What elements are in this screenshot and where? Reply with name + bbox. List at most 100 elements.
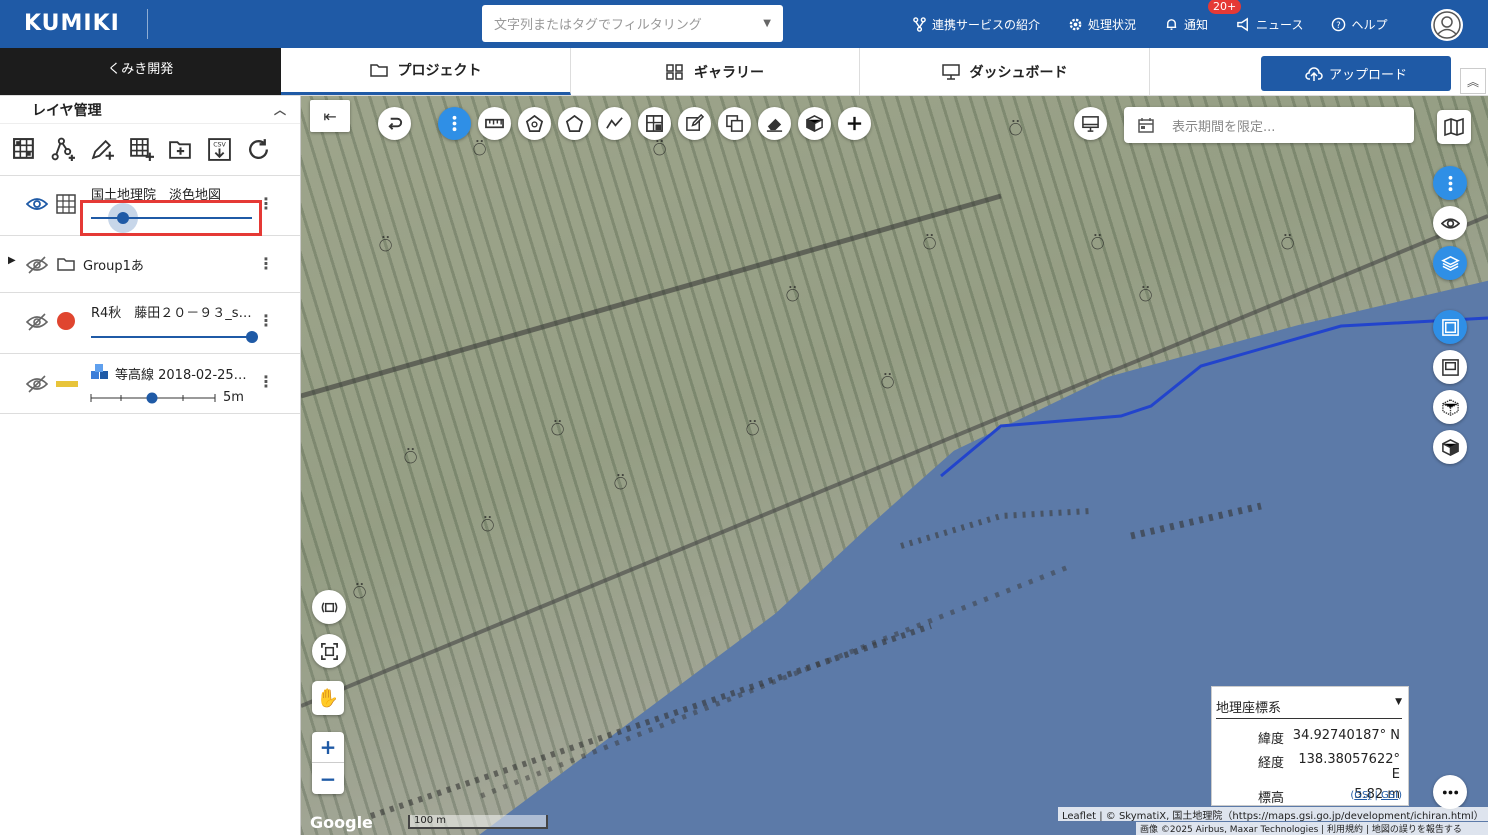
integration-icon [913,16,926,32]
draw-polygon-button[interactable] [558,107,591,140]
eraser-icon [766,118,783,132]
side-more-button[interactable] [1433,166,1467,200]
tile-add-icon [646,115,663,132]
more-vertical-icon[interactable]: ⋮ [258,254,274,273]
nav-notifications[interactable]: 通知 20+ [1164,0,1242,33]
3d-view-button[interactable] [1433,430,1467,464]
add-grid-icon[interactable] [129,137,154,162]
tab-dashboard[interactable]: ダッシュボード [860,48,1150,95]
fit-extent-button[interactable] [312,634,346,668]
map-attribution[interactable]: Leaflet | © SkymatiX, 国土地理院（https://maps… [1058,807,1488,821]
folder-icon [369,64,388,77]
more-vertical-icon [452,115,457,132]
fit-extent-icon [320,642,338,660]
nav-news[interactable]: ニュース [1236,16,1303,33]
2d-view-button[interactable] [1433,310,1467,344]
period-filter-input[interactable]: 表示期間を限定... [1124,107,1414,143]
more-horizontal-icon [1442,790,1458,794]
add-tile-button[interactable] [638,107,671,140]
chevron-up-icon[interactable]: ︿ [274,101,286,118]
calendar-icon [1138,118,1154,133]
layers-button[interactable] [1433,246,1467,280]
basemap-button[interactable] [1437,110,1471,144]
erase-button[interactable] [758,107,791,140]
3d-object-button[interactable] [798,107,831,140]
pan-tool-button[interactable]: ✋ [312,681,344,715]
eye-icon[interactable] [26,196,48,212]
opacity-slider-knob[interactable] [246,331,258,343]
more-tools-button[interactable] [438,107,471,140]
bell-icon [1166,18,1177,30]
polygon-target-button[interactable] [518,107,551,140]
more-vertical-icon [1448,175,1452,191]
eye-off-icon[interactable] [26,375,48,393]
add-folder-icon[interactable] [168,137,193,162]
polyline-icon [606,117,623,129]
interval-slider[interactable] [90,392,216,404]
tab-project[interactable]: プロジェクト [281,48,571,95]
refresh-icon[interactable] [246,137,271,162]
svg-text:?: ? [1337,19,1341,29]
scale-bar: 100 m [408,815,548,829]
presentation-button[interactable] [1074,107,1107,140]
eye-off-icon[interactable] [26,256,48,274]
upload-button[interactable]: アップロード [1261,56,1451,91]
nav-help-label: ヘルプ [1351,17,1388,32]
fit-width-button[interactable] [312,590,346,624]
point-cloud-button[interactable] [1433,390,1467,424]
latitude-value: 34.92740187° N [1292,728,1400,743]
nav-integrations[interactable]: 連携サービスの紹介 [912,16,1040,33]
more-vertical-icon[interactable]: ⋮ [258,372,274,391]
marker-ring-icon: ⍥ [473,138,487,163]
nav-processing[interactable]: 処理状況 [1068,16,1136,33]
add-raster-icon[interactable] [12,137,37,162]
draw-line-button[interactable] [598,107,631,140]
nav-help[interactable]: ? ヘルプ [1331,16,1387,33]
eye-off-icon[interactable] [26,313,48,331]
longitude-label: 経度 [1257,756,1284,771]
ruler-icon [485,118,504,129]
gsj-link[interactable]: GSJ [1354,790,1371,801]
measure-button[interactable] [478,107,511,140]
group-name: Group1あ [83,259,144,274]
edit-button[interactable] [678,107,711,140]
add-vector-icon[interactable] [51,137,76,162]
zoom-in-button[interactable]: + [312,732,344,763]
layer-panel-title: レイヤ管理 [32,102,102,119]
map-view[interactable]: ⍥ ⍥ ⍥ ⍥ ⍥ ⍥ ⍥ ⍥ ⍥ ⍥ ⍥ ⍥ ⍥ ⍥ ⍥ ⍥ 表示期間を限定.… [301,96,1488,835]
layer-panel: レイヤ管理 ︿ CSV 国土地理院 淡色地図 ⋮ ▶ Group1あ ⋮ R4秋… [0,96,301,835]
layer-item[interactable]: R4秋 藤田２０－９３_s… ⋮ [0,293,300,354]
gsi-link[interactable]: GSI [1381,790,1398,801]
copy-button[interactable] [718,107,751,140]
coordinate-system-label: 地理座標系 [1216,701,1282,716]
collapse-panel-button[interactable]: ⇤ [310,100,350,132]
collapse-header-button[interactable]: ︽ [1460,68,1486,94]
layer-item[interactable]: ▶ Group1あ ⋮ [0,236,300,293]
undo-button[interactable] [378,107,411,140]
caret-right-icon[interactable]: ▶ [8,255,16,266]
coordinate-system-select[interactable]: 地理座標系 ▼ [1216,697,1402,719]
add-button[interactable] [838,107,871,140]
organization-name[interactable]: くみき開発 [0,48,281,95]
opacity-slider-track[interactable] [91,336,252,338]
imagery-attribution[interactable]: 画像 ©2025 Airbus, Maxar Technologies | 利用… [1136,822,1488,835]
tag-filter-select[interactable]: 文字列またはタグでフィルタリング ▼ [482,5,783,42]
map-more-button[interactable] [1433,775,1467,809]
layer-item[interactable]: 等高線 2018-02-25… 5m ⋮ [0,354,300,414]
user-avatar[interactable] [1431,9,1463,41]
split-view-button[interactable] [1433,350,1467,384]
point-style-icon [57,312,75,330]
zoom-out-button[interactable]: − [312,763,344,794]
layer-panel-header[interactable]: レイヤ管理 ︿ [0,96,300,124]
add-annotation-icon[interactable] [90,137,115,162]
hand-icon: ✋ [316,687,340,709]
visibility-button[interactable] [1433,206,1467,240]
import-csv-icon[interactable]: CSV [207,137,232,162]
upload-label: アップロード [1328,68,1407,83]
tab-gallery[interactable]: ギャラリー [571,48,860,95]
cube-icon [1441,438,1459,456]
help-icon: ? [1332,17,1346,31]
marker-ring-icon: ⍥ [1091,232,1105,257]
app-logo[interactable]: KUMIKI [0,9,148,39]
more-vertical-icon[interactable]: ⋮ [258,311,274,330]
